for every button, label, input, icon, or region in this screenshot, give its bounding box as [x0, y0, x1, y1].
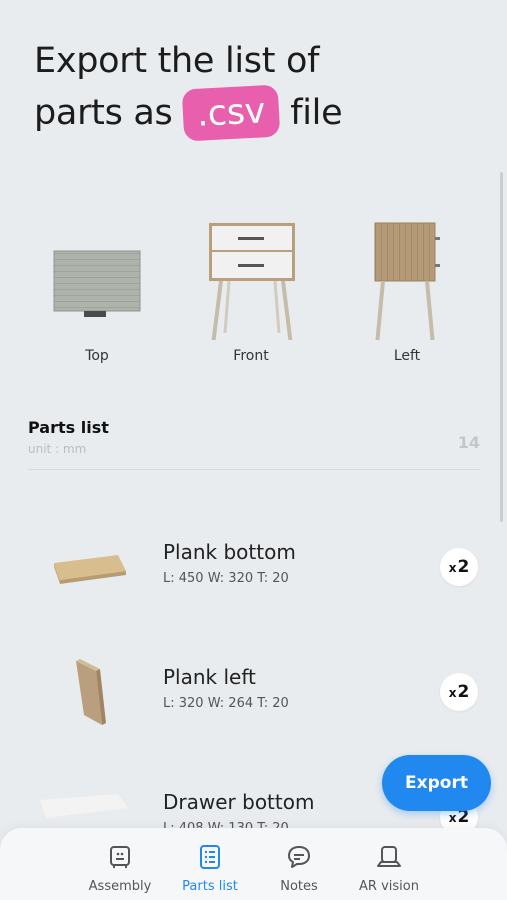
- list-icon: [200, 845, 220, 869]
- csv-highlight: .csv: [181, 84, 281, 142]
- headline-line-1: Export the list of: [34, 41, 320, 81]
- view-label-left: Left: [393, 348, 421, 364]
- nav-item-notes[interactable]: Notes: [259, 828, 339, 900]
- view-left[interactable]: Left: [337, 215, 477, 370]
- ar-icon: [377, 846, 401, 867]
- furniture-views: Top Front Left: [0, 215, 507, 370]
- headline-suffix: file: [290, 93, 343, 133]
- bottom-navigation: Assembly Parts list Notes AR vision: [0, 828, 507, 900]
- headline-line-2: parts as .csv file: [34, 84, 474, 142]
- top-view-image: [53, 250, 141, 317]
- list-item[interactable]: Plank bottom L: 450 W: 320 T: 20 x2: [0, 528, 507, 628]
- part-name: Plank left: [163, 665, 256, 689]
- nav-item-parts-list[interactable]: Parts list: [170, 828, 250, 900]
- plank-left-thumbnail: [76, 659, 106, 725]
- part-dimensions: L: 320 W: 264 T: 20: [163, 696, 289, 711]
- view-label-front: Front: [233, 348, 269, 364]
- nav-label-assembly: Assembly: [88, 879, 152, 894]
- nav-item-assembly[interactable]: Assembly: [80, 828, 160, 900]
- parts-list-count: 14: [457, 433, 480, 452]
- chat-icon: [288, 846, 310, 868]
- list-item[interactable]: Plank left L: 320 W: 264 T: 20 x2: [0, 653, 507, 753]
- parts-list-header: Parts list unit : mm 14: [28, 418, 480, 470]
- quantity-badge: x2: [440, 673, 478, 711]
- nav-item-ar-vision[interactable]: AR vision: [349, 828, 429, 900]
- nav-label-notes: Notes: [280, 879, 318, 894]
- headline-prefix: parts as: [34, 93, 173, 133]
- front-view-image: [209, 223, 295, 340]
- part-name: Drawer bottom: [163, 790, 315, 814]
- quantity-badge: x2: [440, 548, 478, 586]
- part-name: Plank bottom: [163, 540, 296, 564]
- parts-list-unit: unit : mm: [28, 442, 87, 456]
- plank-bottom-thumbnail: [54, 555, 126, 584]
- part-dimensions: L: 450 W: 320 T: 20: [163, 571, 289, 586]
- view-front[interactable]: Front: [181, 215, 321, 370]
- nav-label-parts-list: Parts list: [182, 879, 238, 894]
- parts-list-title: Parts list: [28, 418, 109, 437]
- left-view-image: [374, 222, 440, 340]
- view-label-top: Top: [85, 348, 109, 364]
- assembly-icon: [110, 846, 130, 868]
- export-button[interactable]: Export: [382, 755, 491, 811]
- view-top[interactable]: Top: [27, 215, 167, 370]
- headline: Export the list of parts as .csv file: [34, 36, 474, 142]
- nav-label-ar-vision: AR vision: [359, 879, 419, 894]
